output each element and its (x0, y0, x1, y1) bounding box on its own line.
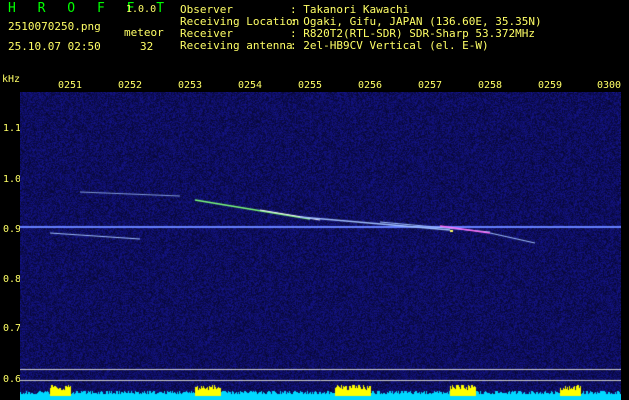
freq-tick-0.6: 0.6 (3, 374, 22, 385)
freq-tick-0.8: 0.8 (3, 274, 22, 285)
freq-tick-0.7: 0.7 (3, 323, 22, 334)
time-tick-0252: 0252 (118, 80, 143, 91)
time-tick-0259: 0259 (538, 80, 563, 91)
time-tick-0257: 0257 (418, 80, 443, 91)
time-tick-0255: 0255 (298, 80, 323, 91)
antenna-value: : 2el-HB9CV Vertical (el. E-W) (290, 39, 489, 52)
time-tick-0300: 0300 (597, 80, 622, 91)
spectrogram-plot (20, 92, 621, 400)
time-tick-0251: 0251 (58, 80, 83, 91)
freq-tick-1.0: 1.0 (3, 174, 22, 185)
y-axis-unit: kHz (2, 74, 21, 85)
file-name: 2510070250.png (8, 20, 101, 33)
capture-datetime: 25.10.07 02:50 (8, 40, 101, 53)
event-count: 32 (140, 40, 154, 53)
header-panel: H R O F F T 1.0.0 2510070250.png 25.10.0… (0, 0, 629, 76)
freq-tick-0.9: 0.9 (3, 224, 22, 235)
app-version: 1.0.0 (126, 4, 157, 15)
antenna-label: Receiving antenna (180, 39, 293, 52)
event-type-label: meteor (124, 26, 164, 39)
time-tick-0254: 0254 (238, 80, 263, 91)
time-tick-0258: 0258 (478, 80, 503, 91)
right-border (621, 92, 629, 400)
time-tick-0253: 0253 (178, 80, 203, 91)
time-tick-0256: 0256 (358, 80, 383, 91)
freq-tick-1.1: 1.1 (3, 123, 22, 134)
